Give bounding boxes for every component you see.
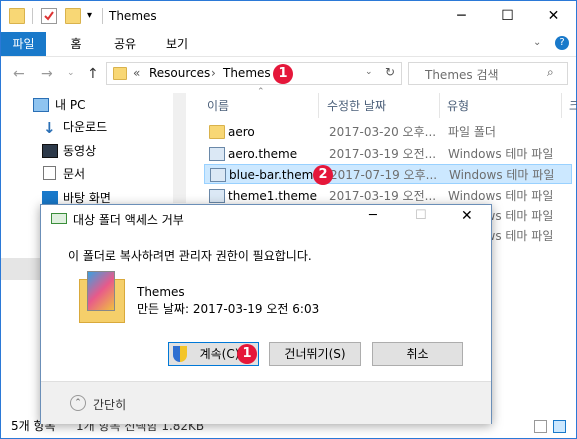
chevron-right-icon[interactable]: › <box>211 66 216 80</box>
file-name: theme1.theme <box>228 189 317 203</box>
minimize-button[interactable]: ─ <box>439 1 484 31</box>
continue-label: 계속(C) <box>199 347 240 361</box>
pc-icon <box>33 98 49 112</box>
folder-thumbnail-icon <box>79 271 125 323</box>
nav-item-this-pc[interactable]: 내 PC <box>55 94 85 116</box>
list-item-selected[interactable]: blue-bar.theme 2017-07-19 오후... Windows … <box>204 164 572 185</box>
column-size[interactable]: 크 <box>569 97 577 114</box>
theme-file-icon <box>209 147 225 161</box>
desktop-icon <box>42 191 58 205</box>
column-divider[interactable] <box>439 93 440 118</box>
search-icon[interactable]: ⌕ <box>547 65 554 80</box>
dialog-minimize-button[interactable]: ─ <box>369 208 377 223</box>
theme-file-icon <box>209 189 225 203</box>
step-badge-1: 1 <box>237 344 257 364</box>
nav-scrollbar[interactable] <box>173 93 186 203</box>
access-denied-dialog: 대상 폴더 액세스 거부 ─ ☐ ✕ 이 폴더로 복사하려면 관리자 권한이 필… <box>40 204 492 424</box>
column-type[interactable]: 유형 <box>447 97 469 114</box>
file-name: blue-bar.theme <box>229 168 321 182</box>
nav-item-downloads[interactable]: 다운로드 <box>63 116 107 138</box>
back-arrow-icon[interactable]: ← <box>13 66 25 82</box>
video-icon <box>42 144 58 158</box>
path-themes[interactable]: Themes <box>223 66 271 80</box>
file-name: aero.theme <box>228 147 298 161</box>
file-name: aero <box>228 125 255 139</box>
list-item[interactable]: theme1.theme 2017-03-19 오전... Windows 테마… <box>204 186 572 206</box>
ribbon-tabs: 파일 홈 공유 보기 ⌄ ? <box>1 32 576 57</box>
document-icon <box>43 166 56 180</box>
dialog-title: 대상 폴더 액세스 거부 <box>73 213 184 227</box>
column-name[interactable]: 이름 <box>207 97 229 114</box>
window-title: Themes <box>109 9 157 23</box>
title-bar: ▾ Themes ─ ☐ ✕ <box>1 1 576 32</box>
dialog-close-button[interactable]: ✕ <box>461 208 473 224</box>
column-divider[interactable] <box>318 93 319 118</box>
new-folder-icon[interactable] <box>65 8 81 24</box>
dialog-title-bar: 대상 폴더 액세스 거부 ─ ☐ ✕ <box>41 205 491 233</box>
folder-icon <box>209 125 225 139</box>
file-type: Windows 테마 파일 <box>448 189 554 203</box>
nav-item-videos[interactable]: 동영상 <box>63 140 96 162</box>
file-type: Windows 테마 파일 <box>448 147 554 161</box>
maximize-button[interactable]: ☐ <box>485 1 530 31</box>
file-date: 2017-03-20 오후... <box>329 125 437 139</box>
path-resources[interactable]: Resources <box>149 66 210 80</box>
list-item[interactable]: aero 2017-03-20 오후... 파일 폴더 <box>204 122 572 142</box>
properties-icon[interactable] <box>41 8 57 24</box>
dialog-file-name: Themes <box>137 285 185 299</box>
up-arrow-icon[interactable]: ↑ <box>87 66 99 82</box>
help-icon[interactable]: ? <box>555 36 569 50</box>
close-button[interactable]: ✕ <box>531 1 576 31</box>
tab-home[interactable]: 홈 <box>61 32 91 56</box>
tab-share[interactable]: 공유 <box>107 32 143 56</box>
tab-file[interactable]: 파일 <box>1 32 46 56</box>
download-icon: ↓ <box>43 119 56 137</box>
dialog-footer: ⌃ 간단히 <box>41 381 491 424</box>
refresh-icon[interactable]: ↻ <box>385 65 395 79</box>
file-type: Windows 테마 파일 <box>449 168 555 182</box>
dialog-file-date: 만든 날짜: 2017-03-19 오전 6:03 <box>137 302 320 316</box>
expand-ribbon-icon[interactable]: ⌄ <box>533 37 541 48</box>
column-header: ⌃ 이름 수정한 날짜 유형 크 <box>187 87 577 118</box>
list-item[interactable]: aero.theme 2017-03-19 오전... Windows 테마 파… <box>204 144 572 164</box>
file-type: 파일 폴더 <box>448 125 496 139</box>
chevron-down-icon[interactable]: ⌄ <box>365 67 373 77</box>
large-icons-view-icon[interactable] <box>553 420 566 433</box>
folder-move-icon <box>51 213 67 224</box>
navigation-bar: ← → ⌄ ↑ « Resources › Themes 1 ⌄ ↻ Theme… <box>1 57 576 91</box>
search-input[interactable]: Themes 검색 ⌕ <box>408 62 568 85</box>
sort-ascending-icon: ⌃ <box>257 87 265 97</box>
path-overflow[interactable]: « <box>133 66 140 80</box>
theme-file-icon <box>210 168 226 182</box>
step-badge-1: 1 <box>273 64 293 84</box>
dialog-message: 이 폴더로 복사하려면 관리자 권한이 필요합니다. <box>68 249 312 263</box>
dialog-maximize-button: ☐ <box>415 208 427 223</box>
cancel-button[interactable]: 취소 <box>372 342 463 366</box>
file-date: 2017-03-19 오전... <box>329 147 437 161</box>
address-bar[interactable]: « Resources › Themes 1 ⌄ ↻ <box>106 62 402 85</box>
column-date[interactable]: 수정한 날짜 <box>327 97 386 114</box>
recent-locations-icon[interactable]: ⌄ <box>67 68 75 78</box>
search-placeholder: Themes 검색 <box>425 68 499 82</box>
divider <box>102 8 103 24</box>
step-badge-2: 2 <box>313 165 333 185</box>
column-divider[interactable] <box>561 93 562 118</box>
shield-icon <box>173 346 187 362</box>
fewer-details-link[interactable]: 간단히 <box>93 396 126 413</box>
continue-button[interactable]: 계속(C) 1 <box>168 342 259 366</box>
customize-toolbar-icon[interactable]: ▾ <box>87 10 103 26</box>
file-date: 2017-07-19 오후... <box>330 168 438 182</box>
nav-item-documents[interactable]: 문서 <box>63 163 85 185</box>
divider <box>32 8 33 24</box>
folder-icon <box>113 67 127 80</box>
forward-arrow-icon[interactable]: → <box>41 66 53 82</box>
folder-app-icon <box>9 8 25 24</box>
details-view-icon[interactable] <box>534 420 547 433</box>
file-date: 2017-03-19 오전... <box>329 189 437 203</box>
tab-view[interactable]: 보기 <box>159 32 195 56</box>
skip-button[interactable]: 건너뛰기(S) <box>269 342 361 366</box>
chevron-up-icon[interactable]: ⌃ <box>70 395 86 411</box>
